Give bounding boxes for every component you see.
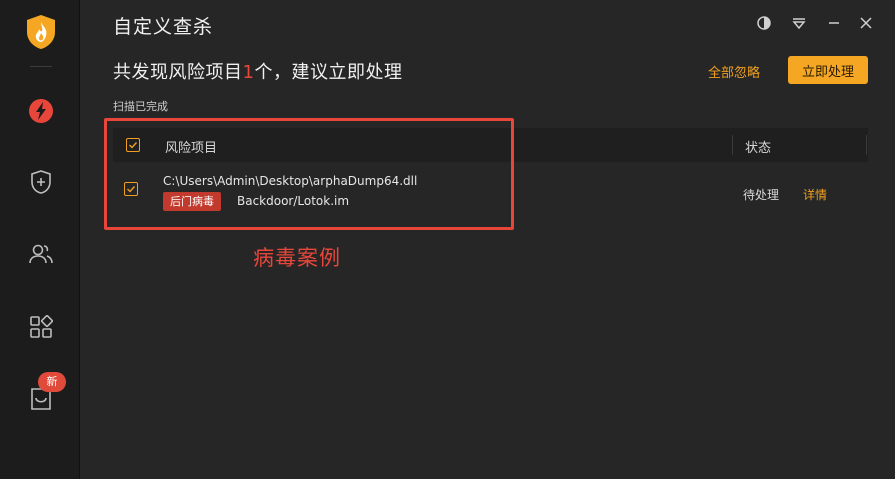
sidebar-item-virus-scan[interactable]	[24, 94, 58, 128]
sidebar-divider	[30, 66, 52, 67]
column-divider	[866, 135, 867, 155]
window-title: 自定义查杀	[113, 16, 214, 38]
new-badge: 新	[38, 372, 66, 392]
row-checkbox[interactable]	[124, 182, 138, 196]
scan-result-headline: 共发现风险项目1个，建议立即处理	[113, 58, 402, 84]
column-header-risk: 风险项目	[165, 141, 218, 156]
scan-status: 扫描已完成	[113, 100, 168, 113]
threat-name: Backdoor/Lotok.im	[237, 194, 350, 208]
users-icon	[29, 244, 53, 264]
menu-dropdown-icon	[792, 18, 806, 29]
sidebar: 新	[0, 0, 80, 479]
process-now-button[interactable]: 立即处理	[788, 56, 868, 84]
checkmark-icon	[127, 186, 136, 193]
checkmark-icon	[129, 142, 138, 149]
grid-icon	[30, 315, 53, 338]
close-button[interactable]	[856, 13, 876, 33]
select-all-checkbox[interactable]	[126, 138, 140, 152]
app-window: 新 自定义查杀 共发现风险项目1个，建议立即处理 全部忽略 立即处理 扫描已完成	[0, 0, 895, 479]
threat-type-badge: 后门病毒	[163, 192, 221, 211]
app-logo-icon	[25, 14, 57, 50]
sidebar-item-tools[interactable]	[24, 310, 58, 344]
table-row: C:\Users\Admin\Desktop\arphaDump64.dll 后…	[113, 168, 868, 216]
column-header-status: 状态	[745, 141, 772, 156]
headline-prefix: 共发现风险项目	[113, 62, 243, 83]
headline-suffix: 个，建议立即处理	[254, 62, 403, 83]
risk-count: 1	[242, 62, 255, 83]
theme-toggle-button[interactable]	[754, 13, 774, 33]
close-icon	[860, 17, 872, 29]
row-detail-link[interactable]: 详情	[803, 186, 827, 203]
sidebar-item-users[interactable]	[24, 237, 58, 271]
minimize-button[interactable]	[824, 13, 844, 33]
file-path: C:\Users\Admin\Desktop\arphaDump64.dll	[163, 174, 418, 188]
shield-plus-icon	[31, 170, 51, 194]
row-status: 待处理	[743, 188, 780, 202]
annotation-label: 病毒案例	[253, 246, 341, 270]
lightning-icon	[29, 99, 53, 123]
menu-button[interactable]	[789, 13, 809, 33]
minimize-icon	[829, 22, 839, 24]
half-circle-icon	[757, 16, 771, 30]
ignore-all-link[interactable]: 全部忽略	[708, 62, 760, 81]
sidebar-item-system-protection[interactable]	[24, 165, 58, 199]
column-divider	[732, 135, 733, 155]
table-header: 风险项目 状态	[113, 128, 868, 162]
